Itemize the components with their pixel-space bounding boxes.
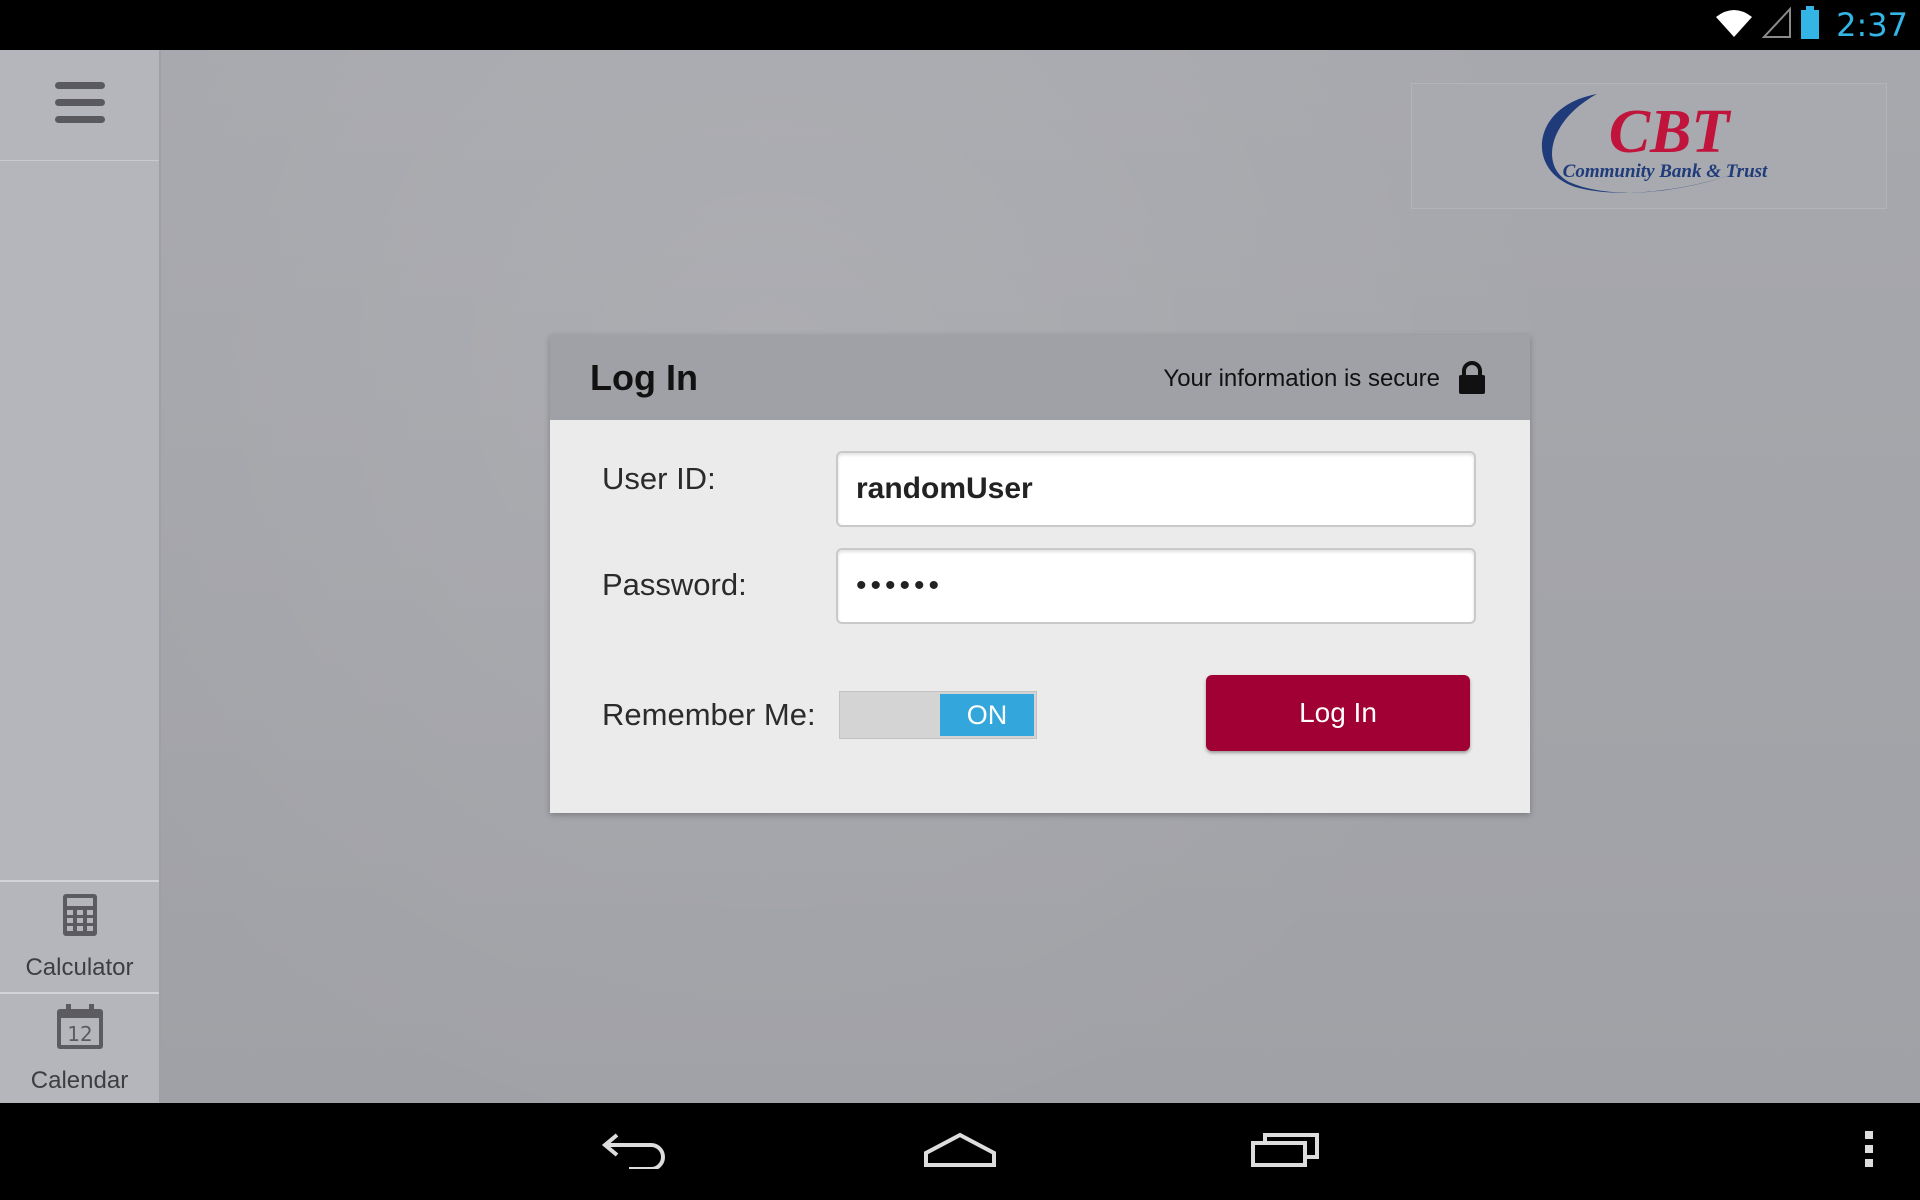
logo-brand: CBT bbox=[1609, 98, 1732, 166]
calculator-icon bbox=[62, 893, 98, 944]
remember-me-label: Remember Me: bbox=[602, 697, 816, 732]
recent-apps-button[interactable] bbox=[1240, 1103, 1330, 1200]
password-input[interactable]: •••••• bbox=[836, 548, 1476, 624]
user-id-input[interactable]: randomUser bbox=[836, 451, 1476, 527]
status-bar: 2:37 bbox=[0, 0, 1920, 50]
calendar-label: Calendar bbox=[30, 1066, 129, 1094]
bank-logo: CBT Community Bank & Trust bbox=[1411, 83, 1887, 209]
wifi-icon bbox=[1714, 7, 1754, 44]
back-button[interactable] bbox=[590, 1103, 680, 1200]
hamburger-menu-icon bbox=[54, 80, 106, 131]
logo-tagline: Community Bank & Trust bbox=[1563, 161, 1768, 182]
battery-icon bbox=[1800, 5, 1820, 45]
calendar-button[interactable]: 12 Calendar bbox=[0, 992, 159, 1104]
calculator-button[interactable]: Calculator bbox=[0, 880, 159, 992]
toggle-on-state: ON bbox=[940, 694, 1034, 736]
calendar-icon-text: 12 bbox=[67, 1022, 92, 1046]
back-icon bbox=[599, 1129, 671, 1174]
main-content: Calculator 12 Calendar CBT Community Ban… bbox=[0, 50, 1920, 1103]
recent-apps-icon bbox=[1249, 1129, 1321, 1174]
home-icon bbox=[922, 1129, 998, 1174]
calendar-icon: 12 bbox=[56, 1003, 104, 1057]
cell-signal-icon bbox=[1761, 5, 1792, 44]
sidebar: Calculator 12 Calendar bbox=[0, 50, 161, 1103]
status-icons: 2:37 bbox=[1714, 0, 1908, 50]
login-panel-header: Log In Your information is secure bbox=[550, 335, 1530, 420]
login-button[interactable]: Log In bbox=[1206, 675, 1470, 751]
overflow-menu-button[interactable] bbox=[1846, 1103, 1892, 1200]
remember-me-toggle[interactable]: ON bbox=[839, 691, 1037, 739]
user-id-label: User ID: bbox=[602, 461, 716, 496]
login-title: Log In bbox=[590, 357, 698, 398]
home-button[interactable] bbox=[915, 1103, 1005, 1200]
menu-button[interactable] bbox=[0, 50, 159, 161]
login-panel: Log In Your information is secure User I… bbox=[550, 335, 1530, 813]
password-label: Password: bbox=[602, 567, 747, 602]
status-time: 2:37 bbox=[1836, 6, 1908, 44]
secure-message: Your information is secure bbox=[1163, 365, 1440, 392]
overflow-menu-icon bbox=[1863, 1129, 1875, 1174]
navigation-bar bbox=[0, 1103, 1920, 1200]
lock-icon bbox=[1457, 361, 1487, 400]
calculator-label: Calculator bbox=[25, 953, 134, 981]
